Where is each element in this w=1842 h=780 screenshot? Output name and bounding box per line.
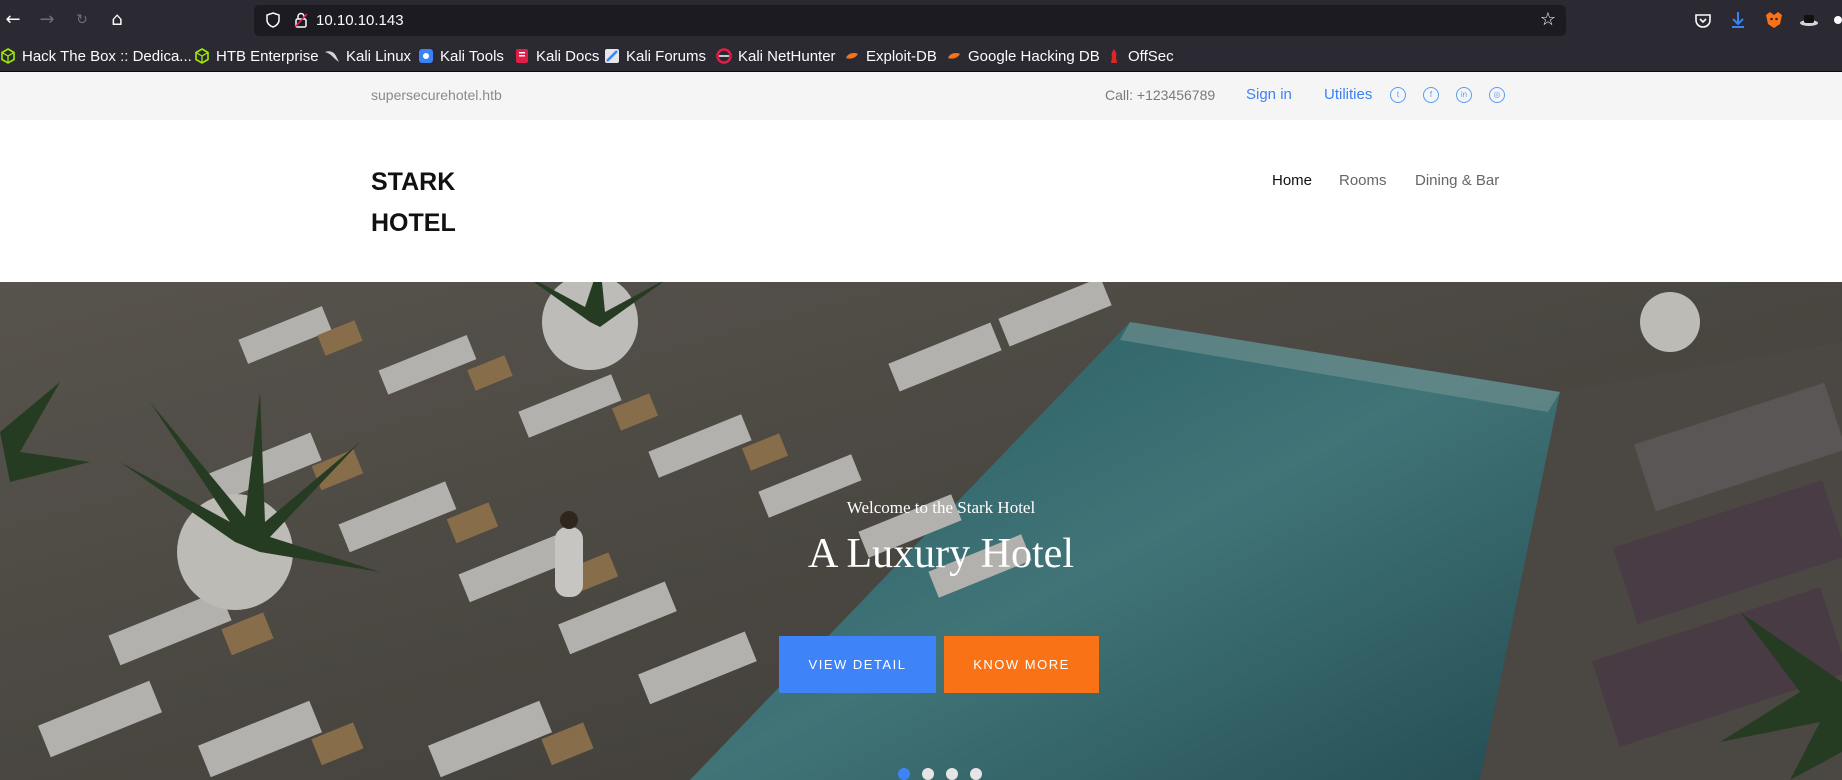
url-text[interactable]: 10.10.10.143 (316, 11, 404, 30)
nav-rooms[interactable]: Rooms (1339, 172, 1387, 189)
facebook-icon[interactable]: f (1423, 87, 1439, 103)
kali-dragon-icon (325, 51, 339, 62)
exploit-db-icon (846, 53, 858, 59)
shield-icon[interactable] (264, 11, 282, 29)
hero-welcome-text: Welcome to the Stark Hotel (846, 498, 1036, 517)
twitter-icon[interactable]: t (1390, 87, 1406, 103)
site-domain: supersecurehotel.htb (371, 87, 502, 103)
url-bar[interactable]: 10.10.10.143 ☆ (254, 5, 1566, 36)
bookmark-google-hacking-db[interactable]: Google Hacking DB (946, 47, 1100, 65)
ghdb-icon (948, 53, 960, 59)
site-logo[interactable]: STARK HOTEL (371, 162, 491, 244)
overflow-menu-icon[interactable] (1832, 9, 1842, 31)
slider-dot-1[interactable] (898, 768, 910, 780)
nav-dining-bar[interactable]: Dining & Bar (1415, 172, 1499, 189)
know-more-button[interactable]: KNOW MORE (944, 636, 1099, 693)
bookmark-kali-nethunter[interactable]: Kali NetHunter (716, 47, 836, 65)
instagram-icon[interactable]: ◎ (1489, 87, 1505, 103)
bookmark-kali-forums[interactable]: Kali Forums (604, 47, 706, 65)
lock-icon[interactable] (292, 11, 310, 29)
downloads-icon[interactable] (1727, 9, 1749, 31)
bookmark-hack-the-box[interactable]: Hack The Box :: Dedica... (0, 47, 192, 65)
bookmark-exploit-db[interactable]: Exploit-DB (844, 47, 937, 65)
bookmark-kali-tools[interactable]: Kali Tools (418, 47, 504, 65)
logo-line-1: STARK (371, 168, 456, 196)
kali-forums-icon (605, 49, 619, 63)
reload-icon[interactable]: ↻ (69, 7, 95, 33)
extension-hat-icon[interactable] (1798, 9, 1820, 31)
extension-fox-icon[interactable] (1763, 9, 1785, 31)
nav-home[interactable]: Home (1272, 172, 1312, 189)
pocket-icon[interactable] (1692, 9, 1714, 31)
back-icon[interactable]: ← (0, 7, 26, 33)
bookmark-label: Exploit-DB (866, 47, 937, 65)
sign-in-link[interactable]: Sign in (1246, 86, 1292, 103)
bookmark-label: Kali NetHunter (738, 47, 836, 65)
bookmark-kali-linux[interactable]: Kali Linux (324, 47, 411, 65)
bookmark-label: HTB Enterprise (216, 47, 319, 65)
slider-dot-3[interactable] (946, 768, 958, 780)
utilities-link[interactable]: Utilities (1324, 86, 1372, 103)
bookmark-label: Google Hacking DB (968, 47, 1100, 65)
bookmarks-toolbar: Hack The Box :: Dedica... HTB Enterprise… (0, 40, 1842, 72)
kali-docs-icon (516, 49, 528, 63)
bookmark-kali-docs[interactable]: Kali Docs (514, 47, 599, 65)
cube-icon (195, 48, 209, 64)
bookmark-label: Kali Linux (346, 47, 412, 65)
bookmark-offsec[interactable]: OffSec (1106, 47, 1174, 65)
browser-toolbar: ← → ↻ ⌂ 10.10.10.143 ☆ (0, 0, 1842, 40)
site-top-bar: supersecurehotel.htb Call: +123456789 Si… (0, 72, 1842, 120)
offsec-icon (1111, 49, 1117, 63)
home-icon[interactable]: ⌂ (104, 7, 130, 33)
logo-line-2: HOTEL (371, 209, 456, 237)
linkedin-icon[interactable]: in (1456, 87, 1472, 103)
bookmark-label: Kali Docs (536, 47, 600, 65)
site-header: STARK HOTEL Home Rooms Dining & Bar (0, 120, 1842, 282)
nethunter-icon (716, 48, 732, 64)
hero-headline: A Luxury Hotel (808, 531, 1074, 577)
slider-dot-2[interactable] (922, 768, 934, 780)
hero-banner: Welcome to the Stark Hotel A Luxury Hote… (0, 282, 1842, 780)
bookmark-label: Hack The Box :: Dedica... (22, 47, 192, 65)
bookmark-label: OffSec (1128, 47, 1174, 65)
forward-icon[interactable]: → (34, 7, 60, 33)
call-number: Call: +123456789 (1105, 87, 1216, 103)
kali-tools-icon (419, 49, 433, 63)
slider-dot-4[interactable] (970, 768, 982, 780)
bookmark-label: Kali Forums (626, 47, 707, 65)
bookmark-star-icon[interactable]: ☆ (1540, 10, 1556, 30)
cube-icon (1, 48, 15, 64)
bookmark-htb-enterprise[interactable]: HTB Enterprise (194, 47, 319, 65)
bookmark-label: Kali Tools (440, 47, 504, 65)
view-detail-button[interactable]: VIEW DETAIL (779, 636, 936, 693)
